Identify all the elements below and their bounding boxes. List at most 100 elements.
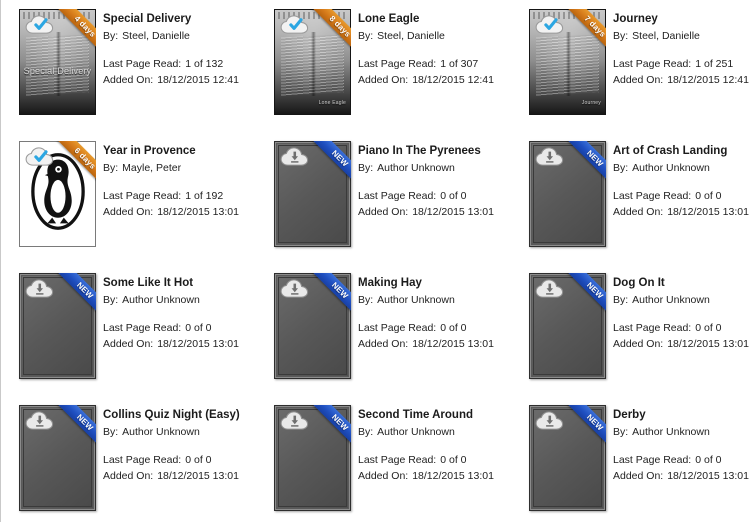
author-label: By:: [103, 162, 119, 174]
author-label: By:: [358, 162, 374, 174]
added-on-label: Added On:: [103, 74, 154, 86]
last-page-read-row: Last Page Read: 0 of 0: [358, 188, 511, 204]
added-on-value: 18/12/2015 13:01: [157, 338, 239, 350]
book-cover-thumbnail[interactable]: NEW: [274, 141, 351, 247]
added-on-value: 18/12/2015 13:01: [667, 338, 749, 350]
cloud-download-icon[interactable]: [535, 410, 565, 431]
book-card[interactable]: Journey 7 days Journey By: Steel, Danielle L…: [511, 0, 750, 132]
cloud-download-icon[interactable]: [535, 278, 565, 299]
added-on-label: Added On:: [358, 206, 409, 218]
added-on-row: Added On: 18/12/2015 13:01: [103, 204, 256, 220]
book-details: Special Delivery By: Steel, Danielle Last P…: [96, 9, 256, 88]
book-details: Making Hay By: Author Unknown Last Page Rea…: [351, 273, 511, 352]
added-on-value: 18/12/2015 13:01: [412, 470, 494, 482]
book-card[interactable]: NEW Piano In The Pyrenees By: Author Unknow…: [256, 132, 511, 264]
author-value: Author Unknown: [122, 294, 200, 306]
book-stats: Last Page Read: 0 of 0 Added On: 18/12/2015…: [613, 320, 750, 352]
book-cover-thumbnail[interactable]: Lone Eagle 8 days: [274, 9, 351, 115]
added-on-value: 18/12/2015 12:41: [412, 74, 494, 86]
book-card[interactable]: NEW Art of Crash Landing By: Author Unknown…: [511, 132, 750, 264]
book-cover-thumbnail[interactable]: NEW: [529, 405, 606, 511]
cover-spine-shadow: [310, 32, 316, 96]
book-title[interactable]: Some Like It Hot: [103, 276, 256, 290]
book-card[interactable]: Lone Eagle 8 days Lone Eagle By: Steel, Dan…: [256, 0, 511, 132]
author-label: By:: [613, 30, 629, 42]
last-page-read-value: 1 of 251: [695, 58, 734, 70]
book-author: By: Author Unknown: [613, 293, 750, 307]
book-cover-thumbnail[interactable]: NEW: [529, 141, 606, 247]
book-title[interactable]: Collins Quiz Night (Easy): [103, 408, 256, 422]
added-on-row: Added On: 18/12/2015 13:01: [358, 204, 511, 220]
book-author: By: Author Unknown: [103, 293, 256, 307]
book-title[interactable]: Dog On It: [613, 276, 750, 290]
book-cover-thumbnail[interactable]: NEW: [274, 405, 351, 511]
added-on-value: 18/12/2015 13:01: [667, 470, 749, 482]
added-on-row: Added On: 18/12/2015 13:01: [103, 468, 256, 484]
book-title[interactable]: Lone Eagle: [358, 12, 511, 26]
last-page-read-value: 1 of 192: [185, 190, 224, 202]
book-cover-thumbnail[interactable]: NEW: [19, 273, 96, 379]
book-details: Piano In The Pyrenees By: Author Unknown La…: [351, 141, 511, 220]
book-title[interactable]: Journey: [613, 12, 750, 26]
library-view: Special Delivery 4 days Special Delivery B…: [0, 0, 750, 522]
book-author: By: Author Unknown: [358, 161, 511, 175]
book-title[interactable]: Year in Provence: [103, 144, 256, 158]
cover-title-text: Journey: [581, 100, 601, 106]
book-card[interactable]: NEW Making Hay By: Author Unknown Last Page …: [256, 264, 511, 396]
last-page-read-label: Last Page Read:: [613, 58, 692, 70]
added-on-label: Added On:: [358, 338, 409, 350]
cover-spine-shadow: [55, 32, 61, 96]
cover-title-text: Special Delivery: [23, 66, 92, 76]
cloud-check-icon[interactable]: [25, 146, 55, 167]
book-cover-thumbnail[interactable]: Journey 7 days: [529, 9, 606, 115]
cloud-download-icon[interactable]: [280, 146, 310, 167]
book-title[interactable]: Art of Crash Landing: [613, 144, 750, 158]
added-on-row: Added On: 18/12/2015 12:41: [358, 72, 511, 88]
author-value: Author Unknown: [122, 426, 200, 438]
book-details: Collins Quiz Night (Easy) By: Author Unkno…: [96, 405, 256, 484]
book-card[interactable]: NEW Derby By: Author Unknown Last Page Read:…: [511, 396, 750, 522]
cloud-check-icon[interactable]: [535, 14, 565, 35]
book-card[interactable]: NEW Second Time Around By: Author Unknown La…: [256, 396, 511, 522]
added-on-row: Added On: 18/12/2015 13:01: [358, 468, 511, 484]
book-title[interactable]: Piano In The Pyrenees: [358, 144, 511, 158]
author-label: By:: [613, 162, 629, 174]
cloud-download-icon[interactable]: [280, 410, 310, 431]
last-page-read-value: 0 of 0: [185, 322, 212, 334]
author-value: Steel, Danielle: [632, 30, 700, 42]
book-title[interactable]: Derby: [613, 408, 750, 422]
book-stats: Last Page Read: 1 of 251 Added On: 18/12/20…: [613, 56, 750, 88]
last-page-read-label: Last Page Read:: [613, 190, 692, 202]
book-cover-thumbnail[interactable]: NEW: [529, 273, 606, 379]
cloud-check-icon[interactable]: [25, 14, 55, 35]
book-cover-thumbnail[interactable]: NEW: [274, 273, 351, 379]
book-details: Dog On It By: Author Unknown Last Page Read…: [606, 273, 750, 352]
last-page-read-row: Last Page Read: 0 of 0: [613, 320, 750, 336]
book-card[interactable]: 6 days Year in Provence By: Mayle, Peter Las…: [1, 132, 256, 264]
last-page-read-label: Last Page Read:: [358, 322, 437, 334]
book-title[interactable]: Making Hay: [358, 276, 511, 290]
cloud-download-icon[interactable]: [25, 278, 55, 299]
cloud-download-icon[interactable]: [280, 278, 310, 299]
book-card[interactable]: NEW Dog On It By: Author Unknown Last Page R…: [511, 264, 750, 396]
author-value: Author Unknown: [632, 294, 710, 306]
book-author: By: Steel, Danielle: [358, 29, 511, 43]
book-cover-thumbnail[interactable]: 6 days: [19, 141, 96, 247]
book-title[interactable]: Special Delivery: [103, 12, 256, 26]
book-author: By: Mayle, Peter: [103, 161, 256, 175]
book-cover-thumbnail[interactable]: Special Delivery 4 days: [19, 9, 96, 115]
book-card[interactable]: NEW Collins Quiz Night (Easy) By: Author Un…: [1, 396, 256, 522]
book-card[interactable]: NEW Some Like It Hot By: Author Unknown Last…: [1, 264, 256, 396]
book-title[interactable]: Second Time Around: [358, 408, 511, 422]
last-page-read-value: 0 of 0: [695, 322, 722, 334]
added-on-value: 18/12/2015 13:01: [157, 206, 239, 218]
added-on-value: 18/12/2015 13:01: [157, 470, 239, 482]
author-value: Author Unknown: [377, 426, 455, 438]
cloud-download-icon[interactable]: [25, 410, 55, 431]
cloud-download-icon[interactable]: [535, 146, 565, 167]
book-cover-thumbnail[interactable]: NEW: [19, 405, 96, 511]
book-card[interactable]: Special Delivery 4 days Special Delivery B…: [1, 0, 256, 132]
author-label: By:: [613, 426, 629, 438]
added-on-row: Added On: 18/12/2015 13:01: [613, 468, 750, 484]
cloud-check-icon[interactable]: [280, 14, 310, 35]
